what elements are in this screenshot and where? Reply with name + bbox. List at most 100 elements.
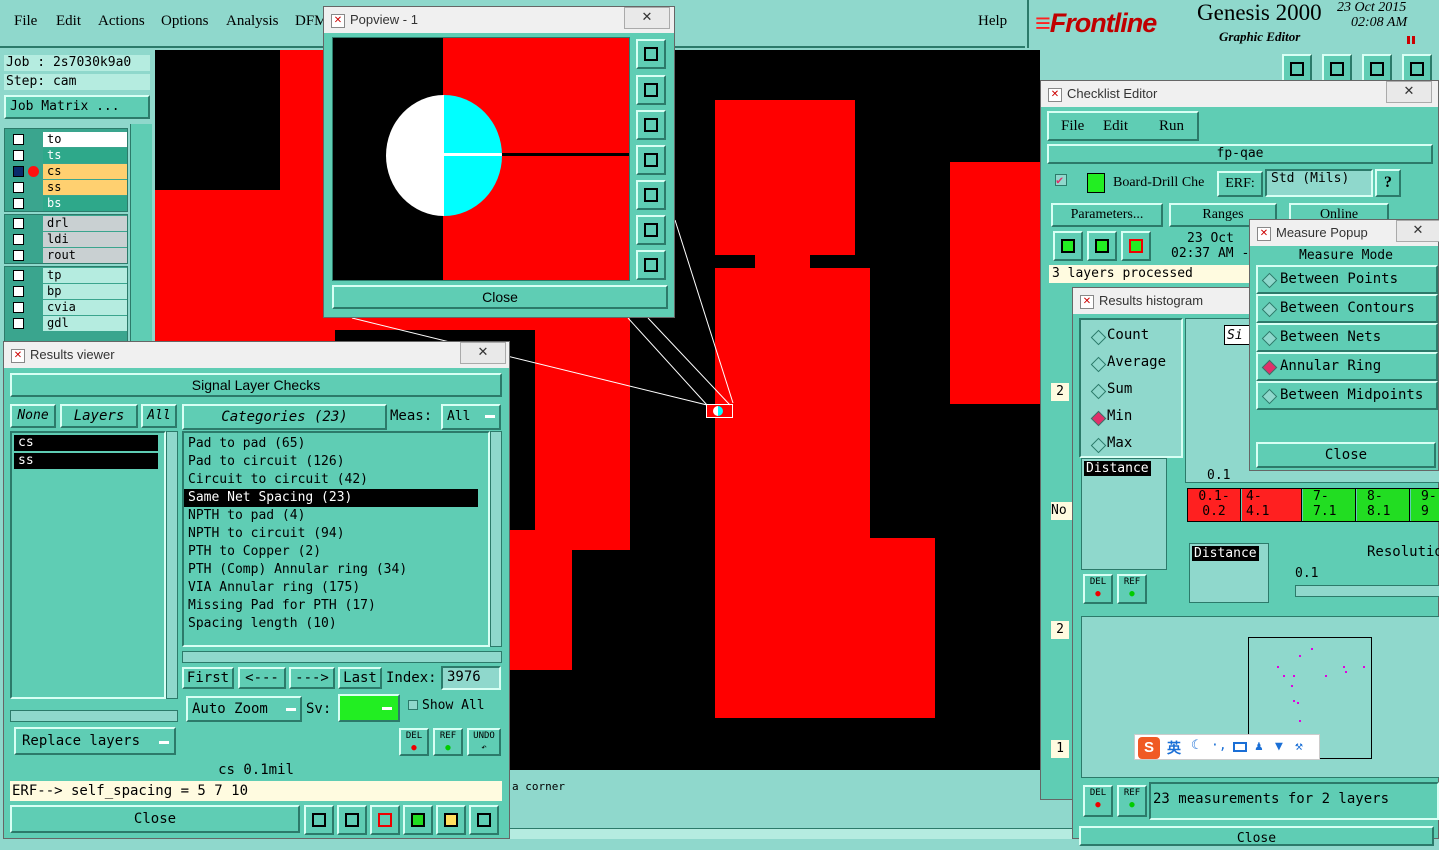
layer-row-to[interactable]: to [9, 132, 127, 147]
menu-options[interactable]: Options [161, 13, 209, 30]
categories-list[interactable]: Pad to pad (65) Pad to circuit (126) Cir… [182, 431, 490, 647]
layer-checkbox[interactable] [13, 166, 24, 177]
histogram-close-button[interactable]: Close [1079, 826, 1434, 846]
pan-down-icon[interactable] [636, 110, 666, 140]
job-panel-scroll[interactable] [130, 124, 152, 344]
prev-button[interactable]: <--- [238, 667, 286, 689]
list-item[interactable]: Missing Pad for PTH (17) [184, 597, 376, 615]
undo-button[interactable]: UNDO ↶ [467, 728, 501, 756]
layer-checkbox[interactable] [13, 286, 24, 297]
ref-button[interactable]: REF ● [433, 728, 463, 756]
ime-lang-label[interactable]: 英 [1167, 738, 1181, 758]
histogram-tab[interactable]: Si [1224, 325, 1252, 345]
resolution-slider[interactable] [1295, 585, 1439, 597]
layer-row-ldi[interactable]: ldi [9, 232, 127, 247]
histogram-ref-button-2[interactable]: REF ● [1117, 785, 1147, 817]
layer-checkbox[interactable] [13, 218, 24, 229]
measure-close-x-button[interactable]: ✕ [1396, 220, 1439, 242]
tool-histogram-icon[interactable] [469, 805, 499, 835]
meas-select[interactable]: All [441, 404, 501, 430]
del-button[interactable]: DEL ● [399, 728, 429, 756]
tool-report-icon[interactable] [337, 805, 367, 835]
menu-analysis[interactable]: Analysis [226, 13, 279, 30]
list-item[interactable]: Pad to circuit (126) [184, 453, 345, 471]
histogram-del-button-2[interactable]: DEL ● [1083, 785, 1113, 817]
all-button[interactable]: All [141, 404, 177, 428]
mode-between-nets[interactable]: Between Nets [1256, 323, 1438, 352]
distance-list-2[interactable]: Distance [1189, 543, 1269, 603]
zoom-out-icon[interactable] [636, 250, 666, 280]
mode-annular-ring[interactable]: Annular Ring [1256, 352, 1438, 381]
pan-left-icon[interactable] [636, 145, 666, 175]
list-item[interactable]: Circuit to circuit (42) [184, 471, 368, 489]
first-button[interactable]: First [182, 667, 234, 689]
layer-row-drl[interactable]: drl [9, 216, 127, 231]
mode-between-points[interactable]: Between Points [1256, 265, 1438, 294]
layer-row-bs[interactable]: bs [9, 196, 127, 211]
parameters-button[interactable]: Parameters... [1051, 203, 1163, 227]
list-item[interactable]: ss [14, 453, 158, 469]
list-item[interactable]: Pad to pad (65) [184, 435, 305, 453]
zoom-in-icon[interactable] [636, 215, 666, 245]
categories-hscroll[interactable] [182, 651, 502, 663]
menu-help[interactable]: Help [978, 13, 1007, 30]
layer-row-gdl[interactable]: gdl [9, 316, 127, 331]
checklist-row-label[interactable]: Board-Drill Che [1113, 175, 1204, 191]
results-viewer-close-x-button[interactable]: ✕ [460, 342, 506, 364]
popview-close-button[interactable]: Close [332, 285, 668, 309]
user-icon[interactable]: ♟ [1255, 739, 1263, 754]
layers-list[interactable]: cs ss [10, 431, 166, 699]
layers-hscroll[interactable] [10, 710, 178, 722]
layer-checkbox[interactable] [13, 318, 24, 329]
none-button[interactable]: None [10, 404, 56, 428]
layer-checkbox[interactable] [13, 270, 24, 281]
menu-actions[interactable]: Actions [98, 13, 145, 30]
layer-checkbox[interactable] [13, 182, 24, 193]
job-matrix-button[interactable]: Job Matrix ... [4, 95, 150, 119]
sv-color-select[interactable] [338, 694, 400, 722]
wrench-icon[interactable]: ⚒ [1295, 739, 1303, 754]
show-all-checkbox[interactable] [408, 700, 418, 710]
categories-scrollbar[interactable] [490, 431, 502, 647]
zoom-fit-icon[interactable] [636, 39, 666, 69]
popview-close-x-button[interactable]: ✕ [624, 7, 670, 29]
last-button[interactable]: Last [338, 667, 382, 689]
replace-layers-select[interactable]: Replace layers [14, 727, 176, 755]
list-item[interactable]: NPTH to pad (4) [184, 507, 305, 525]
radio-count[interactable] [1090, 329, 1107, 346]
keyboard-icon[interactable] [1233, 742, 1247, 752]
radio-min[interactable] [1090, 410, 1107, 427]
checklist-menu-edit[interactable]: Edit [1103, 118, 1128, 135]
layer-row-rout[interactable]: rout [9, 248, 127, 263]
histogram-bin[interactable]: 7- 7.1 [1303, 489, 1356, 521]
layer-checkbox[interactable] [13, 150, 24, 161]
next-button[interactable]: ---> [289, 667, 335, 689]
mode-between-contours[interactable]: Between Contours [1256, 294, 1438, 323]
layer-checkbox[interactable] [13, 234, 24, 245]
histogram-bin[interactable]: 0.1- 0.2 [1188, 489, 1241, 521]
distance-list[interactable]: Distance [1081, 458, 1167, 570]
histogram-del-button[interactable]: DEL ● [1083, 574, 1113, 604]
checkmark-icon[interactable]: ✔ [1055, 174, 1067, 186]
menu-edit[interactable]: Edit [56, 13, 81, 30]
layer-row-tp[interactable]: tp [9, 268, 127, 283]
layer-checkbox[interactable] [13, 198, 24, 209]
results-close-button[interactable]: Close [10, 805, 300, 833]
list-item[interactable]: Spacing length (10) [184, 615, 337, 633]
pan-right-icon[interactable] [636, 180, 666, 210]
histogram-ref-button[interactable]: REF ● [1117, 574, 1147, 604]
auto-zoom-select[interactable]: Auto Zoom [186, 696, 302, 722]
layer-row-ss[interactable]: ss [9, 180, 127, 195]
list-item-selected[interactable]: Same Net Spacing (23) [184, 489, 478, 507]
tool-number-icon[interactable] [403, 805, 433, 835]
index-field[interactable]: 3976 [441, 666, 501, 690]
layer-checkbox[interactable] [13, 250, 24, 261]
menu-file[interactable]: File [14, 13, 37, 30]
stop-run-icon[interactable] [1121, 231, 1151, 261]
radio-max[interactable] [1090, 437, 1107, 454]
layer-row-bp[interactable]: bp [9, 284, 127, 299]
tool-delete-icon[interactable] [370, 805, 400, 835]
skin-icon[interactable]: ▼ [1275, 739, 1283, 754]
list-item[interactable]: cs [14, 435, 158, 451]
layers-scrollbar[interactable] [166, 431, 178, 699]
